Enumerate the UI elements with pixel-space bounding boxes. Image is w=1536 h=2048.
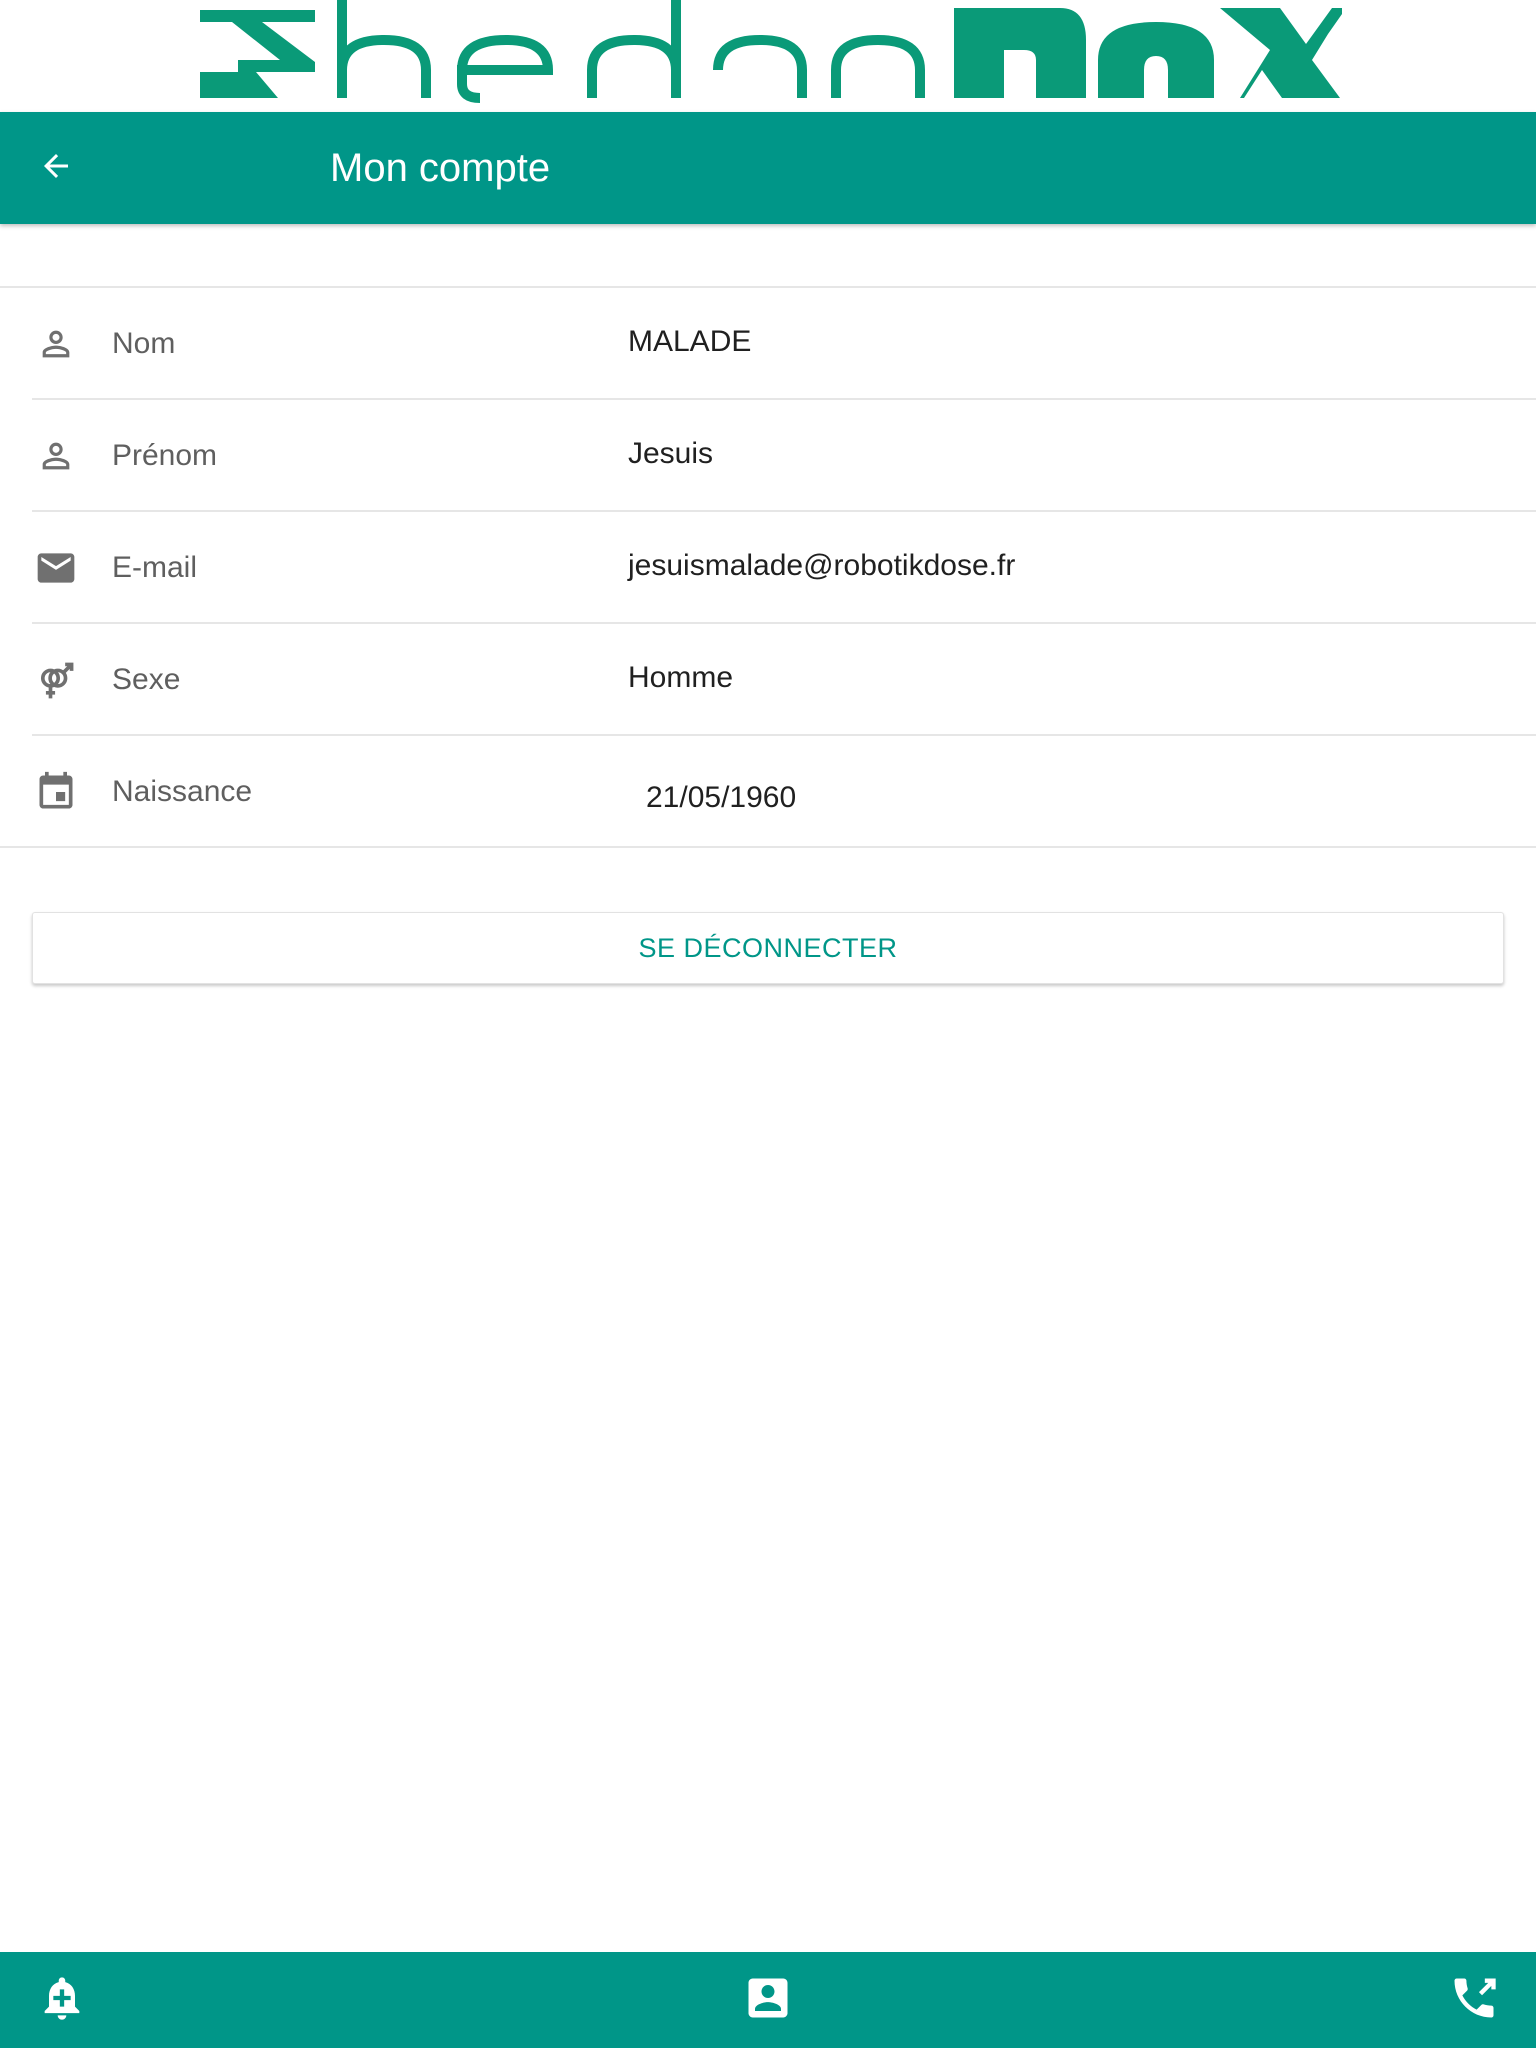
- profile-row-nom: Nom MALADE: [32, 288, 1536, 400]
- row-label: Naissance: [112, 775, 253, 808]
- row-value: Homme: [628, 661, 734, 694]
- account-box-icon: [742, 1972, 794, 2029]
- arrow-back-icon: [38, 148, 74, 189]
- profile-row-sexe: Sexe Homme: [32, 624, 1536, 736]
- row-value: MALADE: [628, 325, 752, 358]
- page-title: Mon compte: [330, 146, 551, 190]
- email-icon: [32, 544, 80, 592]
- app-toolbar: Mon compte: [0, 112, 1536, 224]
- row-label: Prénom: [112, 439, 218, 472]
- gender-icon: [32, 656, 80, 704]
- app-logo: [0, 0, 1536, 112]
- back-button[interactable]: [28, 140, 84, 196]
- profile-row-prenom: Prénom Jesuis: [32, 400, 1536, 512]
- logout-button[interactable]: SE DÉCONNECTER: [32, 912, 1504, 984]
- person-icon: [32, 320, 80, 368]
- birthdate-value[interactable]: 21/05/1960: [646, 736, 796, 848]
- row-label: E-mail: [112, 551, 198, 584]
- phone-forward-icon: [1448, 1972, 1500, 2029]
- profile-list: Nom MALADE Prénom Jesuis E-mail jesuisma…: [0, 286, 1536, 848]
- phone-button[interactable]: [1446, 1972, 1502, 2028]
- profile-row-email: E-mail jesuismalade@robotikdose.fr: [32, 512, 1536, 624]
- account-page: Mon compte Nom MALADE Prénom Jesuis E-ma…: [0, 0, 1536, 2048]
- row-value: jesuismalade@robotikdose.fr: [628, 549, 1016, 582]
- row-label: Nom: [112, 327, 176, 360]
- account-button[interactable]: [740, 1972, 796, 2028]
- person-icon: [32, 432, 80, 480]
- alarm-add-button[interactable]: [34, 1972, 90, 2028]
- row-label: Sexe: [112, 663, 181, 696]
- bottom-navigation: [0, 1952, 1536, 2048]
- bell-plus-icon: [36, 1972, 88, 2029]
- row-value: Jesuis: [628, 437, 714, 470]
- calendar-icon: [32, 768, 80, 816]
- profile-row-naissance: Naissance 21/05/1960: [0, 736, 1536, 848]
